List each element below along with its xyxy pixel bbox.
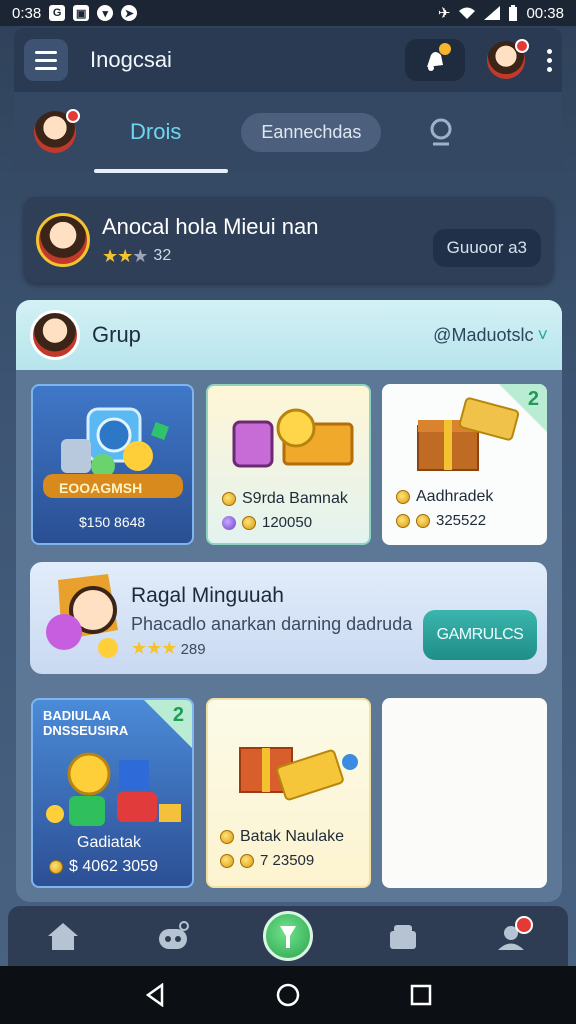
nav-store[interactable] [383,916,423,956]
status-bar: 0:38 G ▣ ▾ ➤ ✈ 00:38 [0,0,576,26]
banner-subtitle: Phacadlo anarkan darning dadruda [131,614,413,634]
coin-icon [242,515,256,530]
battery-icon [509,5,518,21]
bottom-navigation [8,906,568,966]
promo-banner[interactable]: Ragal Minguuah Phacadlo anarkan darning … [30,562,547,674]
coin-icon [49,860,63,874]
banner-action-button[interactable]: GAMRULCS [423,610,537,660]
reward-card-3[interactable]: 2 Aadhradek 325522 [382,384,547,545]
search-icon[interactable] [427,116,459,148]
coin-icon [396,513,410,528]
g-icon: G [49,5,66,21]
profile-avatar [36,213,90,267]
banner-rating: ★★★ 289 [131,638,206,658]
group-panel: Grup @Maduotslc ˅ EOOAGMSH $150 8648 S9rd… [16,300,562,902]
image-icon: ▣ [73,5,90,21]
card-1-banner: EOOAGMSH [59,480,143,496]
profile-card[interactable]: Anocal hola Mieui nan ★★★ 32 Guuoor a3 [24,197,553,283]
app-title: Inogcsai [90,47,172,72]
reward-card-6-empty[interactable] [382,698,547,888]
profile-name: Anocal hola Mieui nan [102,213,319,239]
card-2-label: S9rda Bamnak [222,490,348,508]
status-time-right: 00:38 [526,4,564,22]
profile-rating: ★★★ [102,245,148,266]
card-1-value: $150 8648 [79,514,146,530]
notification-badge [439,43,451,55]
home-circle-icon[interactable] [275,982,301,1008]
reward-card-4[interactable]: 2 BADIULAA DNSSEUSIRA Gadiatak $ 4062 30… [31,698,194,888]
coin-icon [396,490,410,504]
profile-score: 32 [153,247,172,264]
nav-profile[interactable] [493,916,533,956]
coin-icon [240,853,254,868]
card-3-label: Aadhradek [396,488,493,506]
treasure-chest-icon [232,408,354,468]
card-5-label: Batak Naulake [220,828,344,846]
home-icon [48,923,78,950]
user-avatar[interactable] [487,39,529,79]
shield-icon: ▾ [97,5,114,21]
nav-center-action[interactable] [263,911,313,961]
group-title: Grup [92,322,141,347]
profile-notification-badge [515,916,533,934]
card-4-value: $ 4062 3059 [49,858,158,876]
status-time-left: 0:38 [12,4,42,22]
gold-bar-gift-icon [239,747,358,801]
gift-box-icon [417,397,520,471]
reward-card-2[interactable]: S9rda Bamnak 120050 [206,384,371,545]
profile-action-button[interactable]: Guuoor a3 [432,229,541,267]
notifications-button[interactable] [405,39,465,81]
mascot-icon [46,574,118,658]
menu-button[interactable] [24,39,68,81]
group-avatar [30,310,80,360]
nav-home[interactable] [43,916,83,956]
avatar-badge [515,39,529,53]
coin-icon [220,830,234,844]
card-5-value: 7 23509 [220,852,314,869]
card-4-label: Gadiatak [77,834,142,851]
store-icon [390,925,416,949]
gems-pile-icon [46,752,181,826]
coin-icon [416,513,430,528]
signal-icon [484,6,501,20]
navigation-icon: ➤ [121,5,138,21]
gem-icon [222,515,236,530]
overflow-menu-button[interactable] [547,48,552,72]
coin-icon [222,492,236,506]
card-3-value: 325522 [396,512,486,529]
tab-avatar[interactable] [34,109,80,153]
system-navigation [0,966,576,1024]
group-header: Grup @Maduotslc ˅ [16,300,562,370]
banner-title: Ragal Minguuah [131,584,284,607]
recents-icon[interactable] [410,984,432,1006]
coin-icon [220,853,234,868]
chevron-down-icon: ˅ [537,324,548,345]
tab-drois[interactable]: Drois [93,119,229,173]
pin-icon [280,926,296,948]
card-4-top-text: BADIULAA DNSSEUSIRA [43,708,129,738]
airplane-icon: ✈ [437,5,451,22]
card-2-value: 120050 [222,514,312,531]
reward-card-5[interactable]: Batak Naulake 7 23509 [206,698,371,888]
back-icon[interactable] [144,983,166,1007]
tab-eannechdas[interactable]: Eannechdas [241,112,382,152]
reward-card-1[interactable]: EOOAGMSH $150 8648 [31,384,194,545]
chat-bot-icon [159,921,189,949]
nav-chat[interactable] [153,916,193,956]
group-link[interactable]: @Maduotslc ˅ [433,325,548,346]
tab-avatar-badge [66,109,80,123]
wifi-icon [459,7,476,19]
tab-bar: Drois Eannechdas [14,92,562,173]
app-bar: Inogcsai [14,28,562,92]
